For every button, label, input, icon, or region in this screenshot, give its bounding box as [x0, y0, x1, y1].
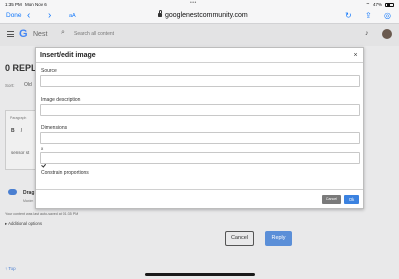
home-indicator[interactable] [145, 273, 255, 276]
dimensions-label: Dimensions [41, 125, 68, 131]
status-date: Mon Nov 6 [25, 1, 47, 7]
dialog-footer-divider [36, 189, 363, 190]
site-header: G Nest ⌕ Search all content ♪ [0, 24, 399, 46]
sort-select[interactable]: Old [24, 82, 32, 88]
source-input[interactable] [40, 75, 360, 87]
top-link[interactable]: ↑ Top [5, 266, 16, 271]
brand-name[interactable]: Nest [33, 31, 47, 38]
status-time-date: 1:35 PM Mon Nov 6 [5, 2, 47, 7]
status-time: 1:35 PM [5, 1, 22, 7]
url-text: googlenestcommunity.com [165, 11, 248, 19]
max-size-label: Maxim [23, 199, 34, 203]
status-right: ⌔ 47% [366, 2, 394, 8]
sort-label: Sort: [5, 83, 15, 88]
multitask-dots-icon[interactable]: ••• [190, 0, 197, 6]
share-icon[interactable]: ⇪ [365, 11, 372, 20]
browser-toolbar: Done ‹ › aA googlenestcommunity.com ↻ ⇪ … [0, 8, 399, 24]
cancel-button[interactable]: Cancel [322, 195, 341, 204]
cloud-upload-icon [8, 189, 17, 195]
chevron-right-icon[interactable]: › [48, 10, 51, 21]
address-bar[interactable]: googlenestcommunity.com [158, 10, 248, 19]
insert-image-dialog: Insert/edit image × Source Image descrip… [35, 47, 364, 209]
description-input[interactable] [40, 104, 360, 116]
height-input[interactable] [40, 152, 360, 164]
menu-icon[interactable] [7, 31, 14, 37]
compass-icon[interactable]: ◎ [384, 11, 391, 20]
drag-label: Drag [23, 190, 35, 196]
dialog-divider [36, 62, 363, 63]
chevron-left-icon[interactable]: ‹ [27, 10, 30, 21]
constrain-checkbox[interactable] [41, 163, 46, 168]
wifi-icon: ⌔ [365, 1, 370, 7]
avatar[interactable] [382, 29, 392, 39]
reload-icon[interactable]: ↻ [345, 11, 352, 20]
bold-button[interactable]: BI [11, 128, 22, 134]
page-cancel-button[interactable]: Cancel [225, 231, 254, 246]
status-bar: 1:35 PM Mon Nov 6 ••• ⌔ 47% [0, 0, 399, 8]
search-input[interactable]: Search all content [74, 31, 114, 37]
done-button[interactable]: Done [6, 12, 22, 19]
lock-icon [158, 10, 163, 17]
description-label: Image description [41, 97, 81, 103]
close-icon[interactable]: × [351, 51, 360, 60]
autosave-status: Your content was last auto-saved at 01:3… [5, 212, 79, 216]
italic-button-label[interactable]: I [21, 128, 22, 134]
paragraph-select[interactable]: Paragraph [10, 116, 26, 120]
ok-button[interactable]: Ok [344, 195, 359, 204]
replies-heading: 0 REPLI [5, 63, 40, 73]
dialog-title: Insert/edit image [40, 52, 96, 59]
search-icon[interactable]: ⌕ [61, 29, 65, 37]
width-input[interactable] [40, 132, 360, 144]
text-size-button[interactable]: aA [69, 13, 76, 19]
battery-icon [385, 2, 394, 7]
editor-text: sensor st [11, 150, 30, 155]
bold-button-label: B [11, 128, 15, 134]
battery-percent: 47% [372, 2, 382, 7]
dimensions-separator: x [41, 146, 44, 151]
additional-options-toggle[interactable]: ▸ Additional options [5, 221, 42, 227]
additional-options-label: Additional options [8, 221, 43, 226]
reply-button[interactable]: Reply [265, 231, 292, 246]
source-label: Source [41, 68, 57, 74]
constrain-label: Constrain proportions [41, 170, 89, 176]
google-logo[interactable]: G [19, 28, 28, 40]
bell-icon[interactable]: ♪ [365, 30, 369, 37]
top-link-label: Top [8, 266, 16, 271]
